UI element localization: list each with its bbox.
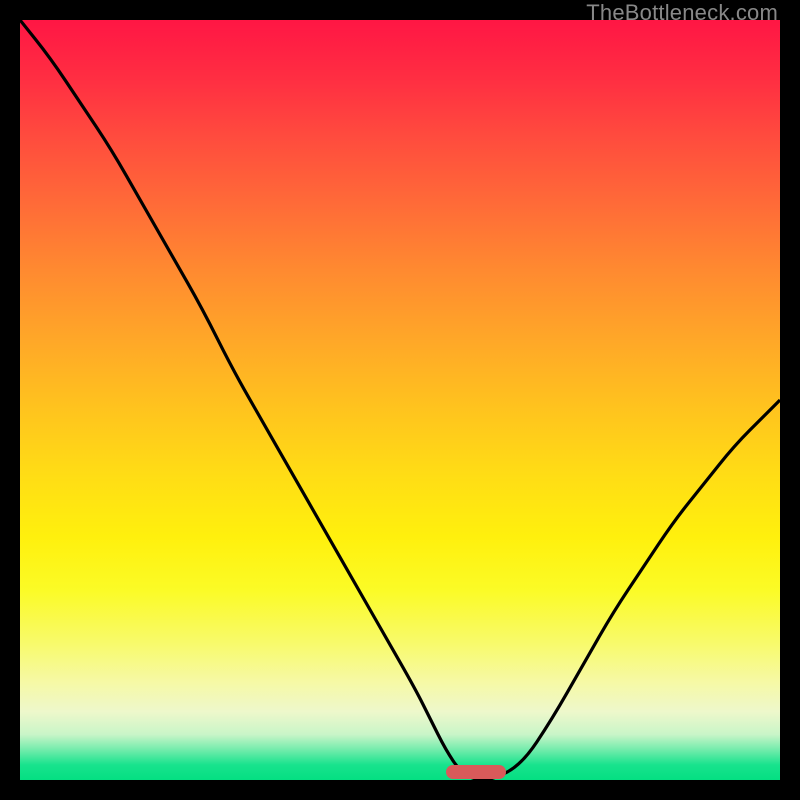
watermark-text: TheBottleneck.com	[586, 0, 778, 26]
optimal-marker	[446, 765, 507, 779]
plot-area	[20, 20, 780, 780]
bottleneck-curve	[20, 20, 780, 780]
chart-frame: TheBottleneck.com	[0, 0, 800, 800]
